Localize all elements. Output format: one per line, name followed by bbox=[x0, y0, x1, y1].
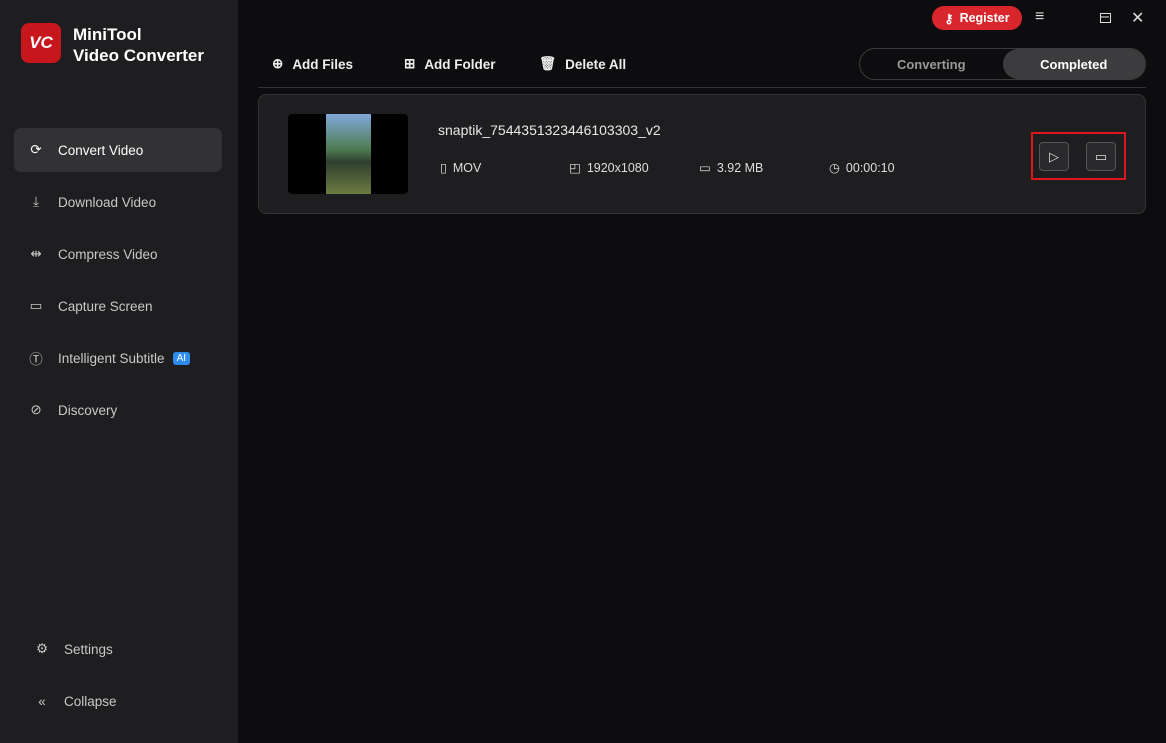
sidebar-item-download-video[interactable]: ⤓ Download Video bbox=[14, 180, 222, 224]
tab-converting[interactable]: Converting bbox=[860, 49, 1003, 79]
ai-badge: AI bbox=[172, 351, 191, 365]
open-folder-button[interactable]: ▭ bbox=[1086, 142, 1116, 171]
clock-icon: ◷ bbox=[829, 161, 840, 175]
camera-icon: ▭ bbox=[29, 298, 43, 313]
tab-completed[interactable]: Completed bbox=[1002, 49, 1145, 79]
collapse-button[interactable]: «Collapse bbox=[20, 679, 228, 723]
sidebar-item-capture-screen[interactable]: ▭ Capture Screen bbox=[14, 284, 222, 328]
play-icon: ▷ bbox=[1049, 148, 1059, 164]
chevrons-left-icon: « bbox=[38, 693, 46, 709]
sidebar-item-intelligent-subtitle[interactable]: Ⓣ Intelligent Subtitle AI bbox=[14, 336, 222, 380]
file-item: snaptik_7544351323446103303_v2 ▯ MOV ◰ 192… bbox=[258, 94, 1146, 214]
highlight-box: ▷ ▭ bbox=[1031, 132, 1126, 180]
compress-icon: ⇹ bbox=[30, 246, 42, 261]
file-format: ▯ MOV bbox=[440, 160, 482, 176]
app-name: MiniTool Video Converter bbox=[73, 25, 205, 65]
convert-icon: ⟳ bbox=[30, 142, 42, 157]
register-button[interactable]: ⚷ Register bbox=[932, 6, 1022, 30]
play-button[interactable]: ▷ bbox=[1039, 142, 1069, 171]
sidebar-item-convert-video[interactable]: ⟳ Convert Video bbox=[14, 128, 222, 172]
plus-circle-icon: ⊕ bbox=[272, 56, 284, 71]
gear-icon: ⚙ bbox=[35, 641, 49, 656]
resolution-icon: ◰ bbox=[569, 161, 581, 175]
menu-icon[interactable]: ≡ bbox=[1035, 8, 1044, 26]
sidebar-item-discovery[interactable]: ⊘ Discovery bbox=[14, 388, 222, 432]
file-name: snaptik_7544351323446103303_v2 bbox=[438, 122, 661, 138]
file-duration: ◷ 00:00:10 bbox=[829, 160, 895, 176]
key-icon: ⚷ bbox=[944, 11, 954, 26]
settings-button[interactable]: ⚙ Settings bbox=[20, 627, 228, 671]
file-resolution: ◰ 1920x1080 bbox=[569, 160, 649, 176]
add-folder-button[interactable]: ⊞ Add Folder bbox=[404, 56, 496, 72]
maximize-button[interactable] bbox=[1100, 13, 1111, 23]
folder-icon: ▭ bbox=[699, 161, 711, 175]
toolbar: ⊕ Add Files ⊞ Add Folder 🗑 Delete All Conve… bbox=[258, 48, 1146, 88]
sidebar: VC MiniTool Video Converter ⟳ Convert Vide… bbox=[0, 0, 238, 743]
subtitle-icon: Ⓣ bbox=[29, 352, 43, 367]
close-button[interactable]: ✕ bbox=[1131, 8, 1144, 28]
status-tabs: Converting Completed bbox=[859, 48, 1146, 80]
compass-icon: ⊘ bbox=[30, 402, 42, 417]
download-icon: ⤓ bbox=[33, 194, 39, 209]
folder-plus-icon: ⊞ bbox=[404, 56, 416, 71]
folder-icon: ▭ bbox=[1094, 148, 1108, 164]
video-thumbnail bbox=[288, 114, 408, 194]
delete-all-button[interactable]: 🗑 Delete All bbox=[539, 56, 626, 72]
app-logo: VC bbox=[21, 23, 61, 63]
file-video-icon: ▯ bbox=[440, 161, 447, 175]
add-files-button[interactable]: ⊕ Add Files bbox=[272, 56, 353, 72]
sidebar-item-compress-video[interactable]: ⇹ Compress Video bbox=[14, 232, 222, 276]
trash-icon: 🗑 bbox=[539, 56, 557, 71]
file-size: ▭ 3.92 MB bbox=[699, 160, 764, 176]
